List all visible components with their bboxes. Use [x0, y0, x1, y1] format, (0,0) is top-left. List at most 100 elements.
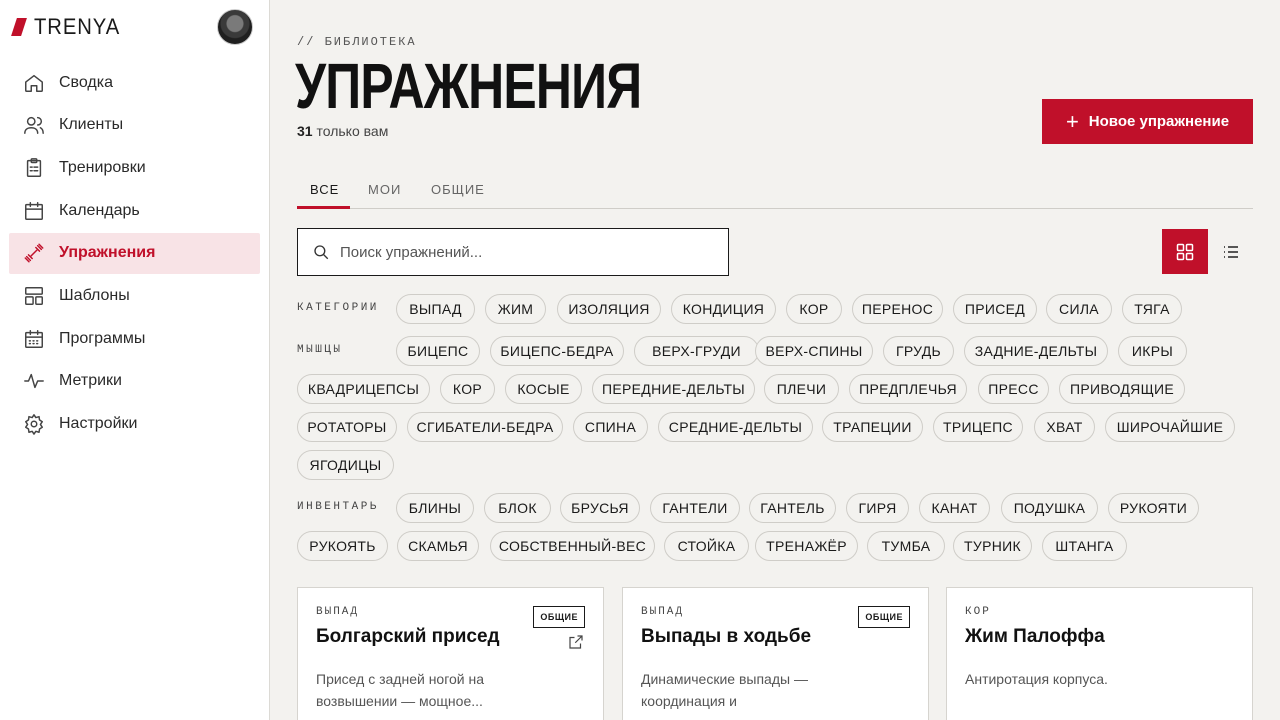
- filter-chip[interactable]: ГАНТЕЛЬ: [749, 493, 836, 523]
- filter-chip[interactable]: ГРУДЬ: [883, 336, 954, 366]
- search-icon: [314, 245, 329, 260]
- exercise-card[interactable]: КОР Жим Палоффа Антиротация корпуса.: [946, 587, 1253, 720]
- pulse-icon: [23, 370, 45, 392]
- filter-chip[interactable]: ПРЕСС: [978, 374, 1049, 404]
- filter-chip[interactable]: БИЦЕПС-БЕДРА: [490, 336, 624, 366]
- grid-view-button[interactable]: [1162, 229, 1208, 274]
- grid-icon: [1176, 243, 1194, 260]
- tab-mine[interactable]: МОИ: [368, 182, 401, 197]
- new-exercise-button[interactable]: + Новое упражнение: [1042, 99, 1253, 144]
- filter-chip[interactable]: ИКРЫ: [1118, 336, 1187, 366]
- program-calendar-icon: [23, 328, 45, 350]
- list-view-button[interactable]: [1208, 229, 1253, 274]
- filter-chip[interactable]: РОТАТОРЫ: [297, 412, 397, 442]
- filter-chip[interactable]: ЯГОДИЦЫ: [297, 450, 394, 480]
- filter-chip[interactable]: СРЕДНИЕ-ДЕЛЬТЫ: [658, 412, 813, 442]
- filter-chip[interactable]: ПРИВОДЯЩИЕ: [1059, 374, 1185, 404]
- status-badge: ОБЩИЕ: [858, 606, 910, 628]
- filter-chip[interactable]: КАНАТ: [919, 493, 990, 523]
- list-icon: [1223, 245, 1238, 258]
- sidebar-item-exercises[interactable]: Упражнения: [9, 232, 260, 274]
- brand-name: TRENYA: [34, 14, 121, 39]
- filter-chip[interactable]: РУКОЯТИ: [1108, 493, 1199, 523]
- brand-logo[interactable]: TRENYA: [11, 14, 128, 40]
- count-suffix: только вам: [316, 123, 389, 139]
- sidebar-item-label: Шаблоны: [59, 286, 130, 304]
- filter-chip[interactable]: ТУРНИК: [953, 531, 1032, 561]
- sidebar-item-label: Настройки: [59, 415, 138, 432]
- filter-chip[interactable]: ТРЕНАЖЁР: [755, 531, 858, 561]
- filter-chip[interactable]: ШИРОЧАЙШИЕ: [1105, 412, 1235, 442]
- clipboard-icon: [23, 157, 45, 179]
- filter-chip[interactable]: КОР: [440, 374, 495, 404]
- filter-chip[interactable]: СИЛА: [1046, 294, 1112, 324]
- filter-chip[interactable]: СТОЙКА: [664, 531, 749, 561]
- filter-chip[interactable]: ПЕРЕНОС: [852, 294, 943, 324]
- sidebar-item-label: Упражнения: [59, 244, 156, 262]
- page-title: УПРАЖНЕНИЯ: [295, 50, 642, 122]
- filter-chip[interactable]: СКАМЬЯ: [397, 531, 479, 561]
- calendar-icon: [23, 200, 45, 222]
- filter-chip[interactable]: СОБСТВЕННЫЙ-ВЕС: [490, 531, 655, 561]
- filter-label-muscles: МЫШЦЫ: [297, 344, 343, 356]
- tab-shared[interactable]: ОБЩИЕ: [431, 182, 485, 197]
- filter-chip[interactable]: КВАДРИЦЕПСЫ: [297, 374, 430, 404]
- filter-chip[interactable]: ЗАДНИЕ-ДЕЛЬТЫ: [964, 336, 1108, 366]
- external-link-icon[interactable]: [567, 633, 585, 651]
- filter-chip[interactable]: ШТАНГА: [1042, 531, 1127, 561]
- filter-chip[interactable]: РУКОЯТЬ: [297, 531, 388, 561]
- filter-chip[interactable]: ХВАТ: [1034, 412, 1095, 442]
- filter-chip[interactable]: СПИНА: [573, 412, 648, 442]
- exercise-card[interactable]: ВЫПАД Болгарский присед ОБЩИЕ Присед с з…: [297, 587, 604, 720]
- filter-chip[interactable]: ПРЕДПЛЕЧЬЯ: [849, 374, 967, 404]
- sidebar-item-summary[interactable]: Сводка: [9, 62, 260, 103]
- filter-chip[interactable]: ИЗОЛЯЦИЯ: [557, 294, 661, 324]
- sidebar-item-workouts[interactable]: Тренировки: [9, 147, 260, 188]
- filter-chip[interactable]: БРУСЬЯ: [560, 493, 640, 523]
- filter-chip[interactable]: БЛОК: [484, 493, 551, 523]
- filter-chip[interactable]: КОСЫЕ: [505, 374, 582, 404]
- sidebar-item-programs[interactable]: Программы: [9, 318, 260, 359]
- card-description: Динамические выпады — координация и унил…: [641, 671, 808, 720]
- card-description: Антиротация корпуса.: [965, 671, 1108, 687]
- card-title: Болгарский присед: [316, 626, 500, 647]
- active-tab-indicator: [297, 206, 350, 209]
- filter-chip[interactable]: ПЕРЕДНИЕ-ДЕЛЬТЫ: [592, 374, 755, 404]
- filter-chip[interactable]: СГИБАТЕЛИ-БЕДРА: [407, 412, 563, 442]
- filter-chip[interactable]: ТРИЦЕПС: [933, 412, 1023, 442]
- exercise-count: 31 только вам: [297, 123, 388, 139]
- sidebar-item-settings[interactable]: Настройки: [9, 404, 260, 445]
- filter-chip[interactable]: ПЛЕЧИ: [764, 374, 839, 404]
- filter-chip[interactable]: ГАНТЕЛИ: [650, 493, 740, 523]
- tab-all[interactable]: ВСЕ: [310, 182, 339, 197]
- filter-chip[interactable]: ТУМБА: [867, 531, 945, 561]
- filter-chip[interactable]: ПОДУШКА: [1001, 493, 1098, 523]
- search-box: [297, 228, 729, 276]
- sidebar-item-label: Клиенты: [59, 116, 124, 134]
- filter-chip[interactable]: ВЕРХ-ГРУДИ: [634, 336, 759, 366]
- main-content: // БИБЛИОТЕКА УПРАЖНЕНИЯ 31 только вам +…: [295, 0, 1253, 720]
- filter-chip[interactable]: КОНДИЦИЯ: [671, 294, 776, 324]
- filter-chip[interactable]: ВЕРХ-СПИНЫ: [755, 336, 873, 366]
- sidebar-item-label: Метрики: [59, 372, 122, 390]
- sidebar-item-clients[interactable]: Клиенты: [9, 105, 260, 146]
- filter-chip[interactable]: ГИРЯ: [846, 493, 909, 523]
- filter-chip[interactable]: ТЯГА: [1122, 294, 1182, 324]
- sidebar-item-calendar[interactable]: Календарь: [9, 190, 260, 231]
- filter-chip[interactable]: ТРАПЕЦИИ: [822, 412, 923, 442]
- home-icon: [23, 72, 45, 94]
- filter-chip[interactable]: БИЦЕПС: [396, 336, 480, 366]
- filter-chip[interactable]: ВЫПАД: [396, 294, 475, 324]
- filter-chip[interactable]: БЛИНЫ: [396, 493, 474, 523]
- exercise-card[interactable]: ВЫПАД Выпады в ходьбе ОБЩИЕ Динамические…: [622, 587, 929, 720]
- count-value: 31: [297, 123, 313, 139]
- plus-icon: +: [1065, 108, 1079, 134]
- sidebar-item-templates[interactable]: Шаблоны: [9, 275, 260, 316]
- filter-chip[interactable]: ЖИМ: [485, 294, 546, 324]
- users-icon: [23, 114, 45, 136]
- filter-chip[interactable]: КОР: [786, 294, 842, 324]
- avatar[interactable]: [217, 9, 253, 45]
- search-input[interactable]: [340, 243, 700, 261]
- filter-chip[interactable]: ПРИСЕД: [953, 294, 1037, 324]
- sidebar-item-metrics[interactable]: Метрики: [9, 361, 260, 402]
